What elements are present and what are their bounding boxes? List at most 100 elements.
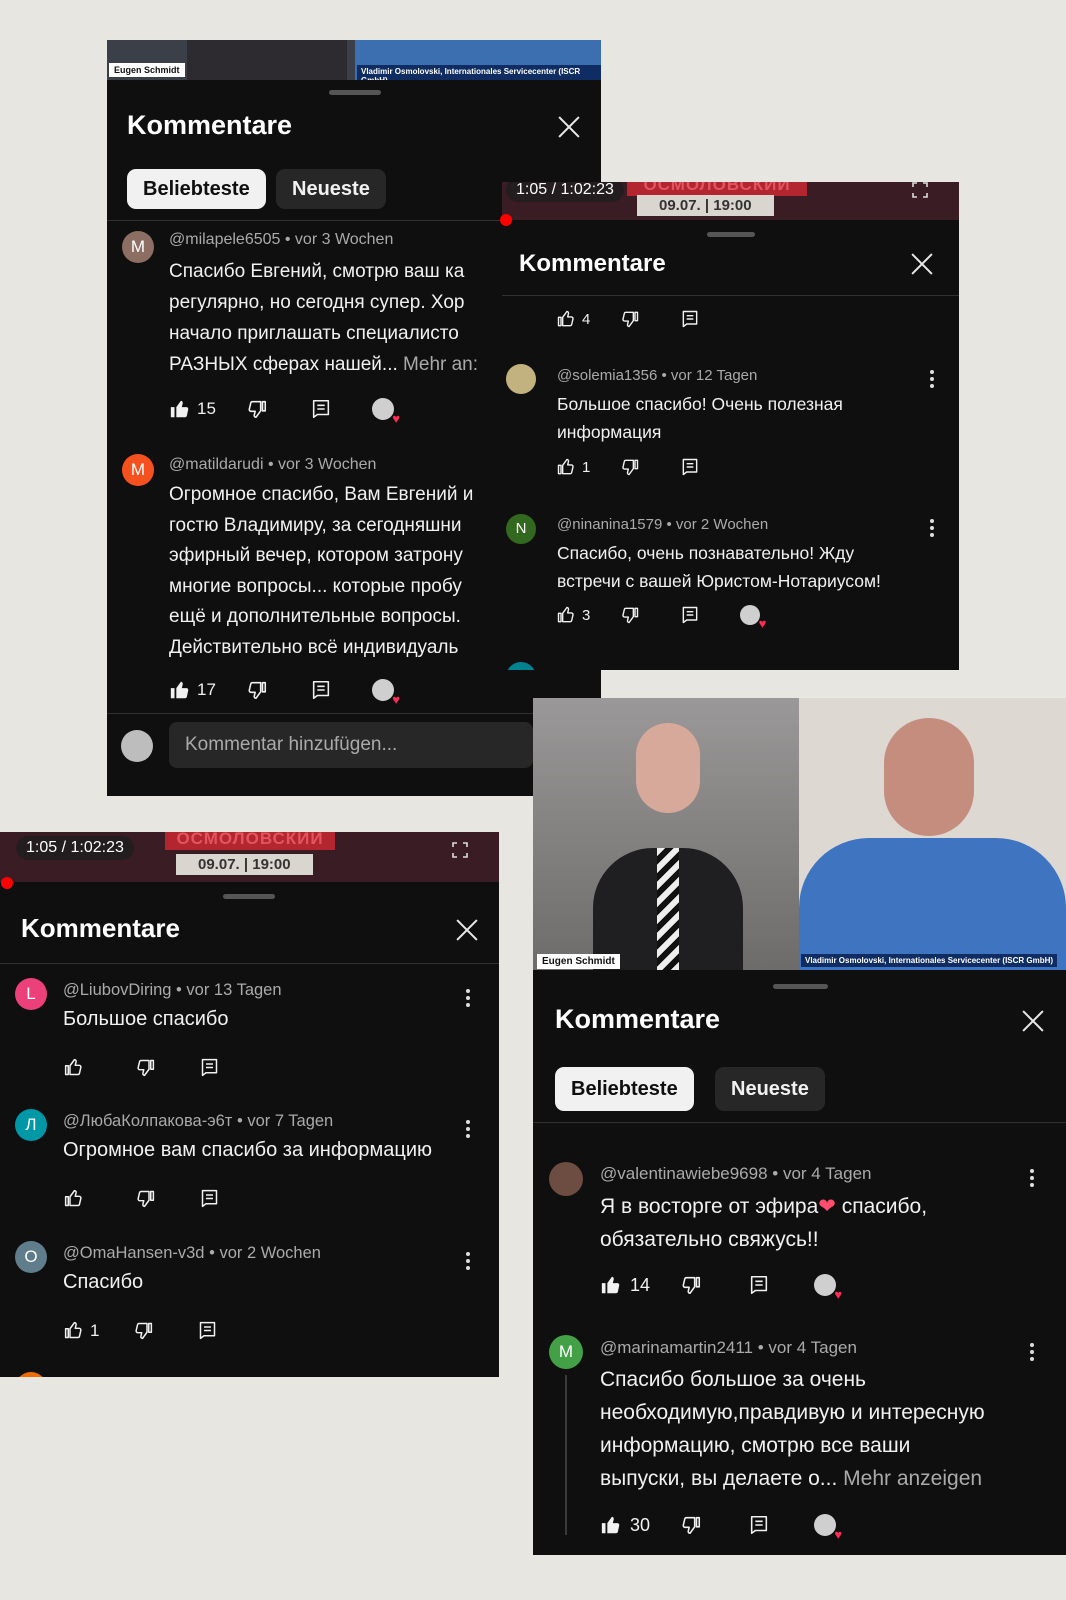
tab-popular[interactable]: Beliebteste <box>555 1067 694 1111</box>
more-options-icon[interactable] <box>466 989 470 1010</box>
close-icon[interactable] <box>910 252 934 276</box>
reply-button[interactable] <box>680 457 700 477</box>
comment-author[interactable]: @ЛюбаКолпакова-э6т <box>63 1112 232 1130</box>
reply-button[interactable] <box>748 1514 770 1536</box>
avatar[interactable] <box>15 1372 47 1377</box>
dislike-button[interactable] <box>135 1057 156 1078</box>
fullscreen-icon[interactable] <box>912 182 928 198</box>
like-button[interactable]: 1 <box>556 457 590 477</box>
comment-author[interactable]: @ninanina1579 <box>557 516 662 533</box>
more-options-icon[interactable] <box>466 1120 470 1141</box>
like-button[interactable]: 30 <box>600 1514 650 1536</box>
avatar[interactable] <box>549 1162 583 1196</box>
comment-author[interactable]: @valentinawiebe9698 <box>600 1164 768 1183</box>
like-button[interactable] <box>63 1188 84 1209</box>
banner-name: ОСМОЛОВСКИЙ <box>165 832 335 850</box>
like-button[interactable]: 14 <box>600 1274 650 1296</box>
creator-heart-icon: ♥ <box>740 605 766 630</box>
drag-handle[interactable] <box>707 232 755 237</box>
close-icon[interactable] <box>1021 1009 1045 1033</box>
guest-figure <box>799 838 1066 970</box>
more-options-icon[interactable] <box>1030 1169 1034 1190</box>
comment-author[interactable]: @OmaHansen-v3d <box>63 1244 204 1262</box>
drag-handle[interactable] <box>223 894 275 899</box>
dislike-button[interactable] <box>620 605 640 625</box>
creator-heart-icon: ♥ <box>814 1514 842 1541</box>
comment-author[interactable]: @LiubovDiring <box>63 981 171 999</box>
dislike-button[interactable] <box>135 1188 156 1209</box>
host-name-tag: Eugen Schmidt <box>537 954 620 969</box>
avatar[interactable]: Л <box>15 1109 47 1141</box>
dislike-button[interactable] <box>620 309 640 329</box>
close-icon[interactable] <box>557 115 581 139</box>
dislike-button[interactable] <box>680 1514 702 1536</box>
thumbs-up-icon <box>63 1188 84 1209</box>
avatar[interactable]: M <box>122 231 154 263</box>
like-button[interactable] <box>63 1057 84 1078</box>
video-player[interactable]: Eugen Schmidt Vladimir Osmolovski, Inter… <box>533 698 1066 970</box>
comment-author[interactable]: @matildarudi <box>169 456 264 473</box>
reply-button[interactable] <box>680 309 700 329</box>
dislike-button[interactable] <box>680 1274 702 1296</box>
dislike-button[interactable] <box>133 1320 154 1341</box>
tab-newest[interactable]: Neueste <box>715 1067 825 1111</box>
reply-button[interactable] <box>199 1057 220 1078</box>
reply-button[interactable] <box>748 1274 770 1296</box>
comment-author[interactable]: @milapele6505 <box>169 231 280 248</box>
reply-button[interactable] <box>197 1320 218 1341</box>
like-button[interactable]: 1 <box>63 1320 99 1341</box>
like-button[interactable]: 17 <box>169 679 216 701</box>
progress-dot[interactable] <box>1 877 13 889</box>
close-icon[interactable] <box>455 918 479 942</box>
comment-meta: @marinamartin2411 • vor 4 Tagen <box>600 1338 857 1357</box>
comment-actions: 3 ♥ <box>556 605 766 630</box>
show-more-link[interactable]: Mehr anzeigen <box>843 1467 982 1490</box>
more-options-icon[interactable] <box>930 519 934 540</box>
thumbs-down-icon <box>246 398 268 420</box>
drag-handle[interactable] <box>773 984 828 989</box>
like-count: 30 <box>630 1514 651 1535</box>
comment-author[interactable]: @solemia1356 <box>557 367 657 384</box>
thumbs-down-icon <box>620 309 640 329</box>
dislike-button[interactable] <box>246 398 268 420</box>
avatar[interactable]: M <box>549 1335 583 1369</box>
comment-meta: @matildarudi • vor 3 Wochen <box>169 456 377 473</box>
tab-newest[interactable]: Neueste <box>276 169 386 209</box>
dislike-button[interactable] <box>246 679 268 701</box>
comment-age: vor 3 Wochen <box>278 456 377 473</box>
tab-popular[interactable]: Beliebteste <box>127 169 266 209</box>
more-options-icon[interactable] <box>466 1252 470 1273</box>
user-avatar[interactable] <box>121 730 153 762</box>
add-comment-input[interactable]: Kommentar hinzufügen... <box>169 722 533 768</box>
divider <box>107 713 601 714</box>
avatar[interactable]: M <box>122 454 154 486</box>
like-button[interactable]: 3 <box>556 605 590 625</box>
timecode: 1:05 / 1:02:23 <box>506 182 624 202</box>
avatar[interactable]: L <box>15 978 47 1010</box>
like-button[interactable]: 4 <box>556 309 590 329</box>
more-options-icon[interactable] <box>930 370 934 391</box>
avatar[interactable]: N <box>506 514 536 544</box>
reply-button[interactable] <box>680 605 700 625</box>
drag-handle[interactable] <box>329 90 381 95</box>
reply-button[interactable] <box>199 1188 220 1209</box>
avatar[interactable] <box>506 364 536 394</box>
fullscreen-icon[interactable] <box>452 842 468 858</box>
avatar[interactable] <box>506 662 536 670</box>
thumbs-up-filled-icon <box>169 398 191 420</box>
divider <box>0 963 499 964</box>
show-more-link[interactable]: Mehr an: <box>403 354 478 375</box>
more-options-icon[interactable] <box>1030 1343 1034 1364</box>
like-button[interactable]: 15 <box>169 398 216 420</box>
dislike-button[interactable] <box>620 457 640 477</box>
reply-button[interactable] <box>310 398 332 420</box>
host-head <box>636 723 700 813</box>
avatar[interactable]: O <box>15 1241 47 1273</box>
creator-heart-icon: ♥ <box>814 1274 842 1301</box>
reply-icon <box>748 1514 770 1536</box>
comment-actions: 1 <box>63 1320 218 1341</box>
comment-author[interactable]: @marinamartin2411 <box>600 1338 753 1357</box>
reply-button[interactable] <box>310 679 332 701</box>
progress-dot[interactable] <box>500 214 512 226</box>
comment-age: vor 4 Tagen <box>768 1338 857 1357</box>
